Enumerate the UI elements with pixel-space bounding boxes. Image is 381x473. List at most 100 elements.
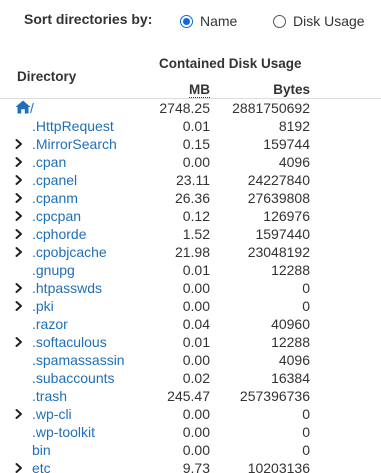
table-row: bin 0.00 0	[0, 441, 381, 459]
directory-link[interactable]: .cpan	[32, 153, 66, 171]
bytes-value: 40960	[271, 316, 310, 332]
bytes-value: 0	[302, 406, 310, 422]
chevron-right-icon[interactable]	[14, 245, 24, 259]
table-row: .cpanel 23.11 24227840	[0, 171, 381, 189]
table-row: .softaculous 0.01 12288	[0, 333, 381, 351]
radio-checked-icon[interactable]	[180, 15, 193, 28]
directory-link[interactable]: .spamassassin	[32, 351, 125, 369]
table-row: .MirrorSearch 0.15 159744	[0, 135, 381, 153]
disk-usage-page: Sort directories by: Name Disk Usage Con…	[0, 0, 381, 473]
bytes-value: 0	[302, 280, 310, 296]
mb-value: 0.12	[182, 208, 210, 224]
bytes-value: 27639808	[247, 190, 310, 206]
directory-link[interactable]: .cpcpan	[32, 207, 81, 225]
table-row: .htpasswds 0.00 0	[0, 279, 381, 297]
bytes-value: 159744	[263, 136, 310, 152]
chevron-right-icon[interactable]	[14, 155, 24, 169]
chevron-right-icon[interactable]	[14, 173, 24, 187]
mb-value: 0.00	[182, 442, 210, 458]
bytes-value: 0	[302, 442, 310, 458]
table-row: .wp-cli 0.00 0	[0, 405, 381, 423]
table-row: .subaccounts 0.02 16384	[0, 369, 381, 387]
chevron-right-icon[interactable]	[14, 461, 24, 473]
mb-value: 0.01	[182, 118, 210, 134]
mb-value: 0.00	[182, 298, 210, 314]
table-row: .cpan 0.00 4096	[0, 153, 381, 171]
sort-by-name-label[interactable]: Name	[200, 13, 237, 29]
chevron-right-icon[interactable]	[14, 191, 24, 205]
mb-value: 26.36	[174, 190, 210, 206]
directory-link[interactable]: .MirrorSearch	[32, 135, 117, 153]
mb-value: 0.15	[182, 136, 210, 152]
mb-value: 9.73	[182, 460, 210, 473]
directory-link[interactable]: .wp-toolkit	[32, 423, 95, 441]
bytes-value: 4096	[278, 352, 310, 368]
table-row: / 2748.25 2881750692	[0, 99, 381, 117]
mb-value: 245.47	[167, 388, 210, 404]
mb-value: 0.00	[182, 154, 210, 170]
bytes-value: 23048192	[247, 244, 310, 260]
table-row: .trash 245.47 257396736	[0, 387, 381, 405]
bytes-value: 126976	[263, 208, 310, 224]
mb-value: 0.00	[182, 280, 210, 296]
directory-link[interactable]: .pki	[32, 297, 54, 315]
mb-value: 21.98	[174, 244, 210, 260]
directory-link[interactable]: .wp-cli	[32, 405, 72, 423]
directory-link[interactable]: .HttpRequest	[32, 117, 114, 135]
mb-column-header: MB	[189, 82, 210, 98]
table-row: .cpobjcache 21.98 23048192	[0, 243, 381, 261]
directory-link[interactable]: /	[30, 99, 34, 117]
directory-link[interactable]: .cphorde	[32, 225, 86, 243]
bytes-value: 1597440	[255, 226, 310, 242]
mb-value: 0.02	[182, 370, 210, 386]
directory-link[interactable]: .htpasswds	[32, 279, 102, 297]
bytes-value: 0	[302, 298, 310, 314]
directory-link[interactable]: bin	[32, 441, 51, 459]
chevron-right-icon[interactable]	[14, 281, 24, 295]
bytes-column-header: Bytes	[273, 82, 310, 97]
chevron-right-icon[interactable]	[14, 209, 24, 223]
table-row: .spamassassin 0.00 4096	[0, 351, 381, 369]
directory-link[interactable]: .subaccounts	[32, 369, 115, 387]
directory-link[interactable]: etc	[32, 459, 51, 473]
bytes-value: 257396736	[239, 388, 310, 404]
radio-unchecked-icon[interactable]	[273, 15, 286, 28]
chevron-right-icon[interactable]	[14, 407, 24, 421]
table-row: .gnupg 0.01 12288	[0, 261, 381, 279]
directory-link[interactable]: .cpanel	[32, 171, 77, 189]
directory-link[interactable]: .trash	[32, 387, 67, 405]
chevron-right-icon[interactable]	[14, 335, 24, 349]
table-row: .pki 0.00 0	[0, 297, 381, 315]
chevron-right-icon[interactable]	[14, 137, 24, 151]
mb-value: 0.00	[182, 424, 210, 440]
table-row: etc 9.73 10203136	[0, 459, 381, 473]
mb-value: 1.52	[182, 226, 210, 242]
mb-value: 0.00	[182, 352, 210, 368]
chevron-right-icon[interactable]	[14, 299, 24, 313]
bytes-value: 12288	[271, 262, 310, 278]
sort-label: Sort directories by:	[24, 11, 153, 27]
chevron-right-icon[interactable]	[14, 227, 24, 241]
mb-value: 0.01	[182, 262, 210, 278]
directory-link[interactable]: .razor	[32, 315, 68, 333]
home-icon[interactable]	[15, 100, 31, 114]
mb-value: 23.11	[176, 172, 210, 188]
directory-link[interactable]: .softaculous	[32, 333, 107, 351]
sort-by-disk-usage-label[interactable]: Disk Usage	[293, 13, 365, 29]
bytes-value: 0	[302, 424, 310, 440]
sort-bar: Sort directories by: Name Disk Usage	[0, 0, 381, 44]
contained-disk-usage-header: Contained Disk Usage	[159, 56, 302, 71]
mb-value: 0.00	[182, 406, 210, 422]
mb-value: 0.01	[182, 334, 210, 350]
directory-link[interactable]: .cpanm	[32, 189, 78, 207]
table-row: .cpanm 26.36 27639808	[0, 189, 381, 207]
bytes-value: 12288	[271, 334, 310, 350]
directory-link[interactable]: .gnupg	[32, 261, 75, 279]
bytes-value: 24227840	[247, 172, 310, 188]
bytes-value: 16384	[271, 370, 310, 386]
table-row: .cpcpan 0.12 126976	[0, 207, 381, 225]
table-row: .wp-toolkit 0.00 0	[0, 423, 381, 441]
bytes-value: 4096	[278, 154, 310, 170]
directory-link[interactable]: .cpobjcache	[32, 243, 107, 261]
bytes-value: 8192	[278, 118, 310, 134]
